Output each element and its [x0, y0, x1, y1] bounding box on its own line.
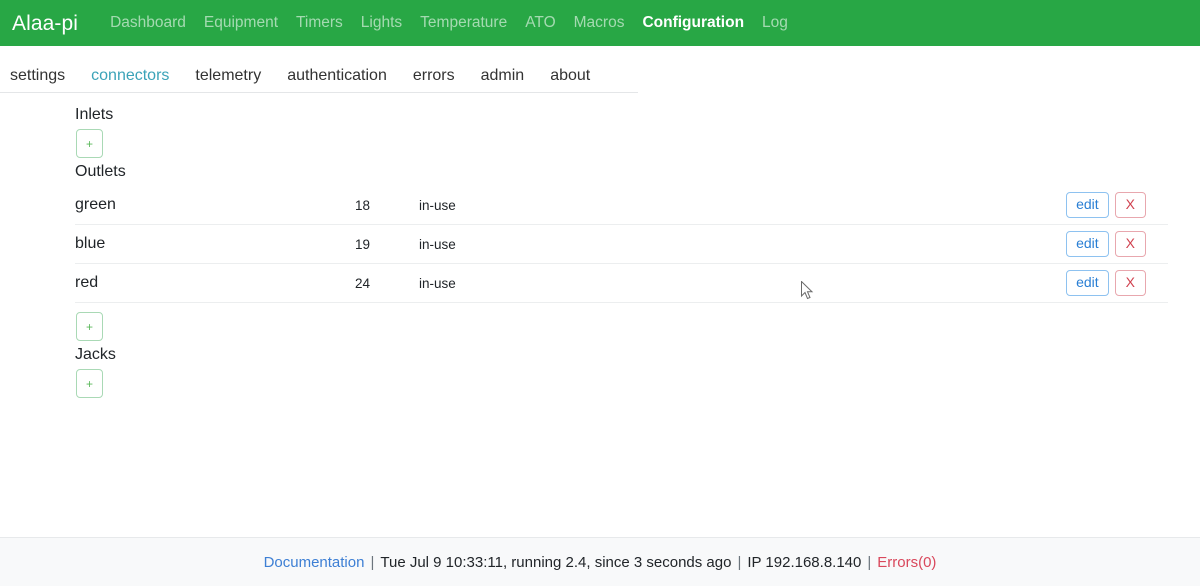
tab-errors[interactable]: errors [400, 68, 468, 84]
footer-errors-link[interactable]: Errors(0) [877, 554, 936, 571]
outlet-status: in-use [419, 236, 456, 252]
nav-item-log[interactable]: Log [753, 15, 797, 31]
outlet-pin: 19 [355, 236, 371, 252]
outlet-name: red [75, 274, 99, 291]
documentation-link[interactable]: Documentation [264, 554, 365, 571]
jacks-heading: Jacks [75, 346, 116, 363]
tab-connectors[interactable]: connectors [78, 68, 182, 84]
nav-item-equipment[interactable]: Equipment [195, 15, 287, 31]
tab-authentication[interactable]: authentication [274, 68, 400, 84]
outlet-pin: 18 [355, 197, 371, 213]
nav-item-lights[interactable]: Lights [352, 15, 411, 31]
add-jack-button[interactable]: + [76, 369, 103, 398]
primary-nav: Dashboard Equipment Timers Lights Temper… [101, 15, 797, 31]
tab-about[interactable]: about [537, 68, 603, 84]
delete-button[interactable]: X [1114, 230, 1146, 258]
subtabs-container: settings connectors telemetry authentica… [0, 46, 1200, 93]
nav-item-timers[interactable]: Timers [287, 15, 352, 31]
table-row[interactable]: green 18 in-use edit X [75, 186, 1168, 225]
nav-item-ato[interactable]: ATO [516, 15, 564, 31]
tab-telemetry[interactable]: telemetry [182, 68, 274, 84]
top-navbar: Alaa-pi Dashboard Equipment Timers Light… [0, 0, 1200, 46]
tab-settings[interactable]: settings [0, 68, 78, 84]
footer-separator-3: | [867, 553, 872, 571]
row-actions: edit X [1066, 230, 1168, 258]
brand-logo[interactable]: Alaa-pi [12, 13, 78, 34]
inlets-add-row: + [76, 129, 1200, 158]
row-actions: edit X [1066, 191, 1168, 219]
page-footer: Documentation | Tue Jul 9 10:33:11, runn… [0, 537, 1200, 586]
nav-item-dashboard[interactable]: Dashboard [101, 15, 195, 31]
outlet-status: in-use [419, 197, 456, 213]
edit-button[interactable]: edit [1066, 230, 1109, 258]
outlet-name: blue [75, 235, 106, 252]
row-actions: edit X [1066, 269, 1168, 297]
add-outlet-button[interactable]: + [76, 312, 103, 341]
footer-separator-2: | [737, 553, 742, 571]
edit-button[interactable]: edit [1066, 191, 1109, 219]
nav-item-macros[interactable]: Macros [565, 15, 634, 31]
outlets-heading: Outlets [75, 163, 126, 180]
outlet-name: green [75, 196, 116, 213]
jacks-add-row: + [76, 369, 1200, 398]
edit-button[interactable]: edit [1066, 269, 1109, 297]
footer-ip: IP 192.168.8.140 [747, 553, 862, 571]
outlets-add-row: + [76, 303, 1200, 341]
main-content: Inlets + Outlets green 18 in-use edit X … [0, 93, 1200, 398]
nav-item-configuration[interactable]: Configuration [633, 15, 753, 31]
outlet-pin: 24 [355, 275, 371, 291]
inlets-heading: Inlets [75, 106, 114, 123]
delete-button[interactable]: X [1114, 269, 1146, 297]
secondary-nav: settings connectors telemetry authentica… [0, 60, 638, 93]
nav-item-temperature[interactable]: Temperature [411, 15, 516, 31]
tab-admin[interactable]: admin [468, 68, 538, 84]
footer-status: Tue Jul 9 10:33:11, running 2.4, since 3… [380, 553, 732, 571]
add-inlet-button[interactable]: + [76, 129, 103, 158]
table-row[interactable]: blue 19 in-use edit X [75, 225, 1168, 264]
footer-separator-1: | [370, 553, 375, 571]
outlets-table: green 18 in-use edit X blue 19 in-use ed… [0, 186, 1168, 303]
delete-button[interactable]: X [1114, 191, 1146, 219]
outlet-status: in-use [419, 275, 456, 291]
table-row[interactable]: red 24 in-use edit X [75, 264, 1168, 303]
